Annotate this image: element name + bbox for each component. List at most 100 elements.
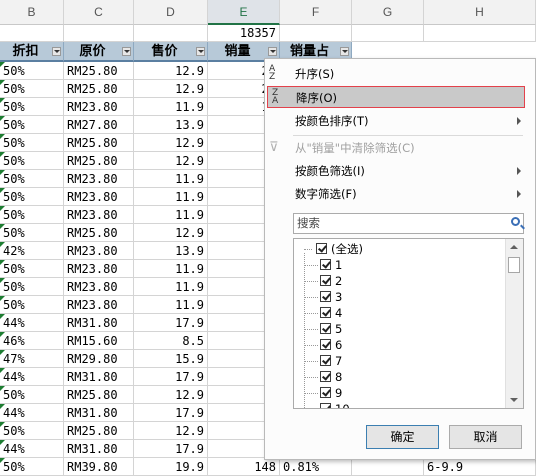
header-discount[interactable]: 折扣 — [0, 42, 64, 62]
table-cell-original-price[interactable]: RM23.80 — [64, 188, 134, 206]
list-item[interactable]: 8 — [294, 369, 504, 385]
list-item[interactable]: 1 — [294, 257, 504, 273]
table-cell-sale-price[interactable]: 17.9 — [134, 368, 208, 386]
checkbox[interactable] — [320, 259, 331, 270]
table-cell-discount[interactable]: 47% — [0, 350, 64, 368]
ok-button[interactable]: 确定 — [366, 425, 439, 449]
table-cell-sale-price[interactable]: 11.9 — [134, 296, 208, 314]
sort-by-color-item[interactable]: 按颜色排序(T) — [265, 110, 527, 132]
list-item[interactable]: 6 — [294, 337, 504, 353]
table-cell-discount[interactable]: 50% — [0, 386, 64, 404]
header-sale-price[interactable]: 售价 — [134, 42, 208, 62]
table-cell-discount[interactable]: 46% — [0, 332, 64, 350]
table-cell-original-price[interactable]: RM23.80 — [64, 242, 134, 260]
checkbox[interactable] — [316, 243, 327, 254]
table-cell-discount[interactable]: 44% — [0, 404, 64, 422]
list-item-select-all[interactable]: (全选) — [294, 241, 504, 257]
table-cell-discount[interactable]: 50% — [0, 224, 64, 242]
table-cell-sale-price[interactable]: 11.9 — [134, 98, 208, 116]
table-cell-sale-price[interactable]: 12.9 — [134, 224, 208, 242]
table-cell-discount[interactable]: 50% — [0, 296, 64, 314]
cell[interactable] — [424, 25, 536, 42]
table-cell-sale-price[interactable]: 12.9 — [134, 386, 208, 404]
table-cell-original-price[interactable]: RM27.80 — [64, 116, 134, 134]
table-cell-sale-price[interactable]: 15.9 — [134, 350, 208, 368]
table-cell-sale-price[interactable]: 11.9 — [134, 278, 208, 296]
cell[interactable] — [352, 25, 424, 42]
total-cell[interactable]: 18357 — [208, 25, 280, 42]
table-cell-discount[interactable]: 50% — [0, 422, 64, 440]
table-cell-sale-price[interactable]: 17.9 — [134, 314, 208, 332]
table-cell-sale-price[interactable]: 12.9 — [134, 80, 208, 98]
table-cell-original-price[interactable]: RM25.80 — [64, 80, 134, 98]
filter-dropdown-icon[interactable] — [122, 47, 131, 56]
table-cell-sale-price[interactable]: 19.9 — [134, 458, 208, 476]
table-cell-discount[interactable]: 50% — [0, 116, 64, 134]
table-cell-original-price[interactable]: RM25.80 — [64, 224, 134, 242]
table-cell-sales-share[interactable]: 0.81% — [280, 458, 352, 476]
table-cell-original-price[interactable]: RM15.60 — [64, 332, 134, 350]
table-cell-discount[interactable]: 50% — [0, 134, 64, 152]
table-cell-discount[interactable]: 50% — [0, 278, 64, 296]
table-cell-discount[interactable]: 50% — [0, 260, 64, 278]
table-cell-discount[interactable]: 50% — [0, 152, 64, 170]
cell[interactable] — [134, 25, 208, 42]
scroll-thumb[interactable] — [508, 257, 520, 273]
cell[interactable] — [280, 25, 352, 42]
table-cell-original-price[interactable]: RM31.80 — [64, 404, 134, 422]
table-cell-discount[interactable]: 50% — [0, 170, 64, 188]
checkbox[interactable] — [320, 355, 331, 366]
list-item[interactable]: 10 — [294, 401, 504, 408]
table-cell-sale-price[interactable]: 17.9 — [134, 440, 208, 458]
table-cell-discount[interactable]: 50% — [0, 98, 64, 116]
table-cell-discount[interactable]: 44% — [0, 368, 64, 386]
table-cell-sale-price[interactable]: 11.9 — [134, 260, 208, 278]
sort-descending-item[interactable]: ZA 降序(O) — [267, 86, 525, 108]
checkbox[interactable] — [320, 307, 331, 318]
cell[interactable] — [0, 25, 64, 42]
scroll-down-icon[interactable] — [510, 398, 518, 402]
table-cell-original-price[interactable]: RM23.80 — [64, 278, 134, 296]
table-cell-discount[interactable]: 50% — [0, 80, 64, 98]
checkbox[interactable] — [320, 323, 331, 334]
table-cell-discount[interactable]: 50% — [0, 206, 64, 224]
table-cell-g[interactable] — [352, 458, 424, 476]
table-cell-original-price[interactable]: RM23.80 — [64, 170, 134, 188]
filter-dropdown-icon[interactable] — [340, 47, 349, 56]
table-cell-original-price[interactable]: RM23.80 — [64, 206, 134, 224]
checkbox[interactable] — [320, 403, 331, 408]
table-cell-discount[interactable]: 44% — [0, 440, 64, 458]
table-cell-original-price[interactable]: RM23.80 — [64, 260, 134, 278]
sort-ascending-item[interactable]: AZ 升序(S) — [265, 63, 527, 85]
column-header-f[interactable]: F — [280, 0, 352, 25]
column-header-d[interactable]: D — [134, 0, 208, 25]
table-cell-discount[interactable]: 50% — [0, 458, 64, 476]
checkbox[interactable] — [320, 387, 331, 398]
table-cell-sale-price[interactable]: 11.9 — [134, 188, 208, 206]
table-cell-sale-price[interactable]: 12.9 — [134, 152, 208, 170]
filter-dropdown-icon[interactable] — [268, 47, 277, 56]
table-cell-original-price[interactable]: RM29.80 — [64, 350, 134, 368]
clear-filter-item[interactable]: ⊽ 从"销量"中清除筛选(C) — [265, 137, 527, 159]
list-item[interactable]: 3 — [294, 289, 504, 305]
vertical-scrollbar[interactable] — [505, 239, 523, 408]
column-header-e[interactable]: E — [208, 0, 280, 25]
list-item[interactable]: 9 — [294, 385, 504, 401]
filter-by-color-item[interactable]: 按颜色筛选(I) — [265, 160, 527, 182]
column-header-g[interactable]: G — [352, 0, 424, 25]
column-header-b[interactable]: B — [0, 0, 64, 25]
header-original-price[interactable]: 原价 — [64, 42, 134, 62]
table-cell-original-price[interactable]: RM39.80 — [64, 458, 134, 476]
table-cell-original-price[interactable]: RM25.80 — [64, 422, 134, 440]
checkbox[interactable] — [320, 275, 331, 286]
filter-dropdown-icon[interactable] — [52, 47, 61, 56]
checkbox[interactable] — [320, 371, 331, 382]
table-cell-original-price[interactable]: RM23.80 — [64, 296, 134, 314]
table-cell-discount[interactable]: 50% — [0, 188, 64, 206]
table-cell-original-price[interactable]: RM25.80 — [64, 134, 134, 152]
table-cell-original-price[interactable]: RM31.80 — [64, 440, 134, 458]
table-cell-original-price[interactable]: RM31.80 — [64, 314, 134, 332]
list-item[interactable]: 4 — [294, 305, 504, 321]
table-cell-sale-price[interactable]: 11.9 — [134, 206, 208, 224]
table-cell-discount[interactable]: 50% — [0, 62, 64, 80]
